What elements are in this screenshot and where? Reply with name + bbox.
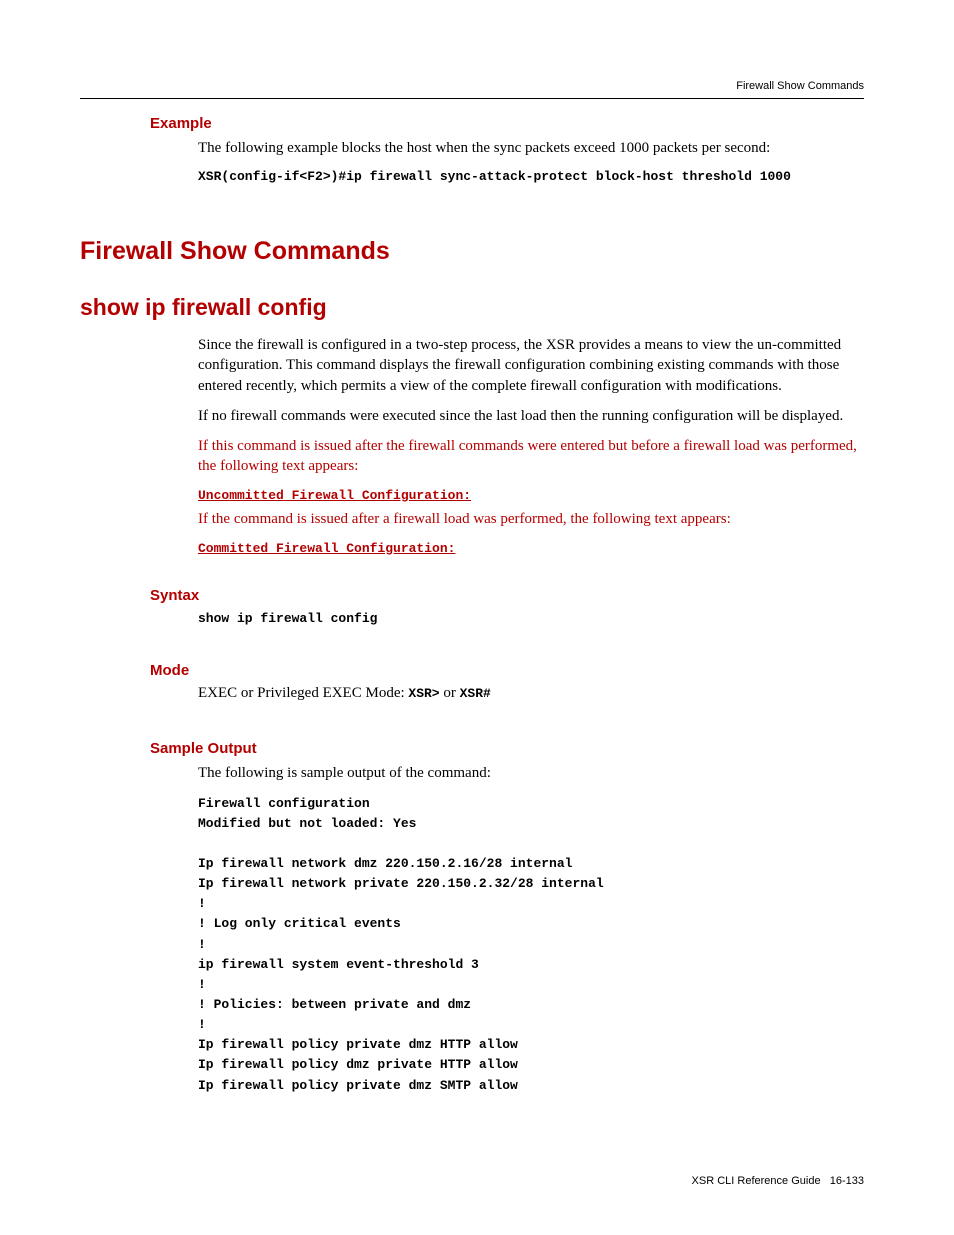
mode-code2: XSR# — [460, 686, 491, 701]
desc-code1-red: Uncommitted Firewall Configuration: — [198, 487, 864, 506]
sample-output-heading: Sample Output — [150, 740, 864, 757]
footer-page: 16-133 — [830, 1175, 864, 1187]
mode-mid: or — [440, 685, 460, 701]
desc-p4-red: If the command is issued after a firewal… — [198, 509, 864, 529]
syntax-code: show ip firewall config — [198, 610, 864, 629]
desc-p3-red: If this command is issued after the fire… — [198, 436, 864, 477]
page: Firewall Show Commands Example The follo… — [0, 0, 954, 1156]
mode-text: EXEC or Privileged EXEC Mode: XSR> or XS… — [198, 685, 864, 702]
mode-prefix: EXEC or Privileged EXEC Mode: — [198, 685, 408, 701]
page-footer: XSR CLI Reference Guide 16-133 — [692, 1175, 864, 1187]
footer-book: XSR CLI Reference Guide — [692, 1175, 821, 1187]
mode-code1: XSR> — [408, 686, 439, 701]
sample-output-intro: The following is sample output of the co… — [198, 763, 864, 783]
example-intro: The following example blocks the host wh… — [198, 138, 864, 158]
running-header: Firewall Show Commands — [80, 80, 864, 92]
firewall-show-commands-heading: Firewall Show Commands — [80, 237, 864, 266]
show-ip-firewall-config-heading: show ip firewall config — [80, 294, 864, 321]
sample-output-code: Firewall configuration Modified but not … — [198, 794, 864, 1096]
desc-p1: Since the firewall is configured in a tw… — [198, 335, 864, 396]
example-heading: Example — [150, 115, 864, 132]
syntax-heading: Syntax — [150, 587, 864, 604]
mode-heading: Mode — [150, 662, 864, 679]
example-code: XSR(config-if<F2>)#ip firewall sync-atta… — [198, 168, 864, 187]
desc-p2: If no firewall commands were executed si… — [198, 406, 864, 426]
desc-code2-red: Committed Firewall Configuration: — [198, 540, 864, 559]
header-rule — [80, 98, 864, 99]
